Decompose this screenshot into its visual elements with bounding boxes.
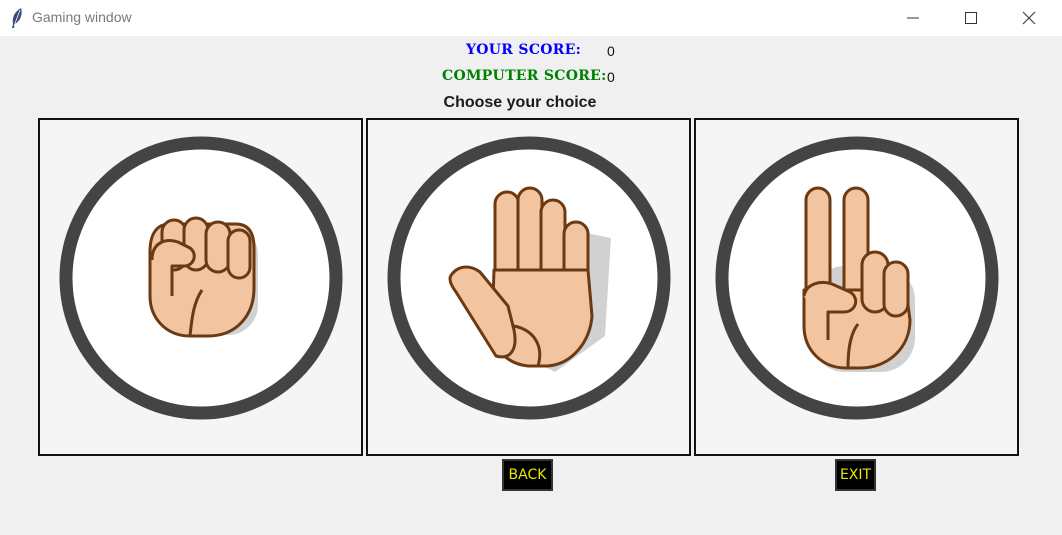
computer-score-label: COMPUTER SCORE: — [442, 68, 607, 84]
computer-score-value: 0 — [607, 69, 615, 85]
choice-prompt: Choose your choice — [443, 94, 597, 111]
feather-icon — [9, 7, 25, 29]
back-button[interactable]: BACK — [502, 459, 553, 491]
paper-open-hand-icon — [387, 136, 671, 420]
maximize-button[interactable] — [942, 0, 1000, 36]
title-bar: Gaming window — [0, 0, 1062, 36]
paper-choice-button[interactable] — [366, 118, 691, 456]
close-icon — [1022, 11, 1036, 25]
exit-button[interactable]: EXIT — [835, 459, 876, 491]
scissors-peace-hand-icon — [715, 136, 999, 420]
scissors-choice-button[interactable] — [694, 118, 1019, 456]
minimize-icon — [907, 17, 919, 19]
rock-fist-hand-icon — [59, 136, 343, 420]
rock-choice-button[interactable] — [38, 118, 363, 456]
maximize-icon — [965, 12, 977, 24]
minimize-button[interactable] — [884, 0, 942, 36]
close-button[interactable] — [1000, 0, 1058, 36]
your-score-label: YOUR SCORE: — [466, 42, 582, 58]
your-score-value: 0 — [607, 43, 615, 59]
window-title: Gaming window — [32, 9, 132, 25]
